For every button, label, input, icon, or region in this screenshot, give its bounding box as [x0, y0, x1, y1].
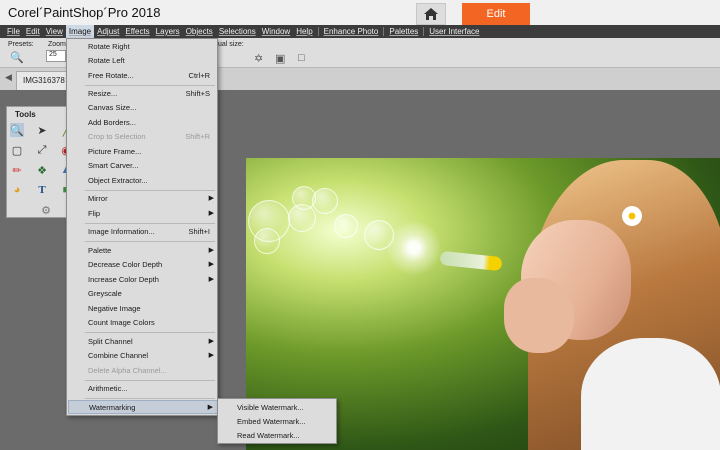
- shortcut-label: Ctrl+R: [188, 71, 210, 80]
- menu-item-resize[interactable]: Resize... Shift+S: [68, 87, 218, 101]
- submenu-arrow-icon: ▶: [208, 276, 214, 283]
- menu-image[interactable]: Image: [65, 25, 95, 38]
- menu-item-mirror[interactable]: Mirror ▶: [68, 192, 218, 206]
- menu-item-read-watermark[interactable]: Read Watermark...: [219, 429, 337, 443]
- zoom-preset-icon[interactable]: 🔍: [10, 51, 24, 64]
- bubble-wand: [439, 250, 503, 272]
- girl-body: [581, 338, 720, 450]
- submenu-arrow-icon: ▶: [208, 210, 214, 217]
- menu-item-rotate-right[interactable]: Rotate Right: [68, 40, 218, 54]
- menu-separator: [423, 27, 425, 36]
- menu-selections[interactable]: Selections: [216, 25, 259, 38]
- menu-separator: [85, 332, 215, 333]
- menu-view[interactable]: View: [43, 25, 66, 38]
- dandelion-seeds: [386, 220, 442, 276]
- menu-item-decrease-color-depth[interactable]: Decrease Color Depth ▶: [68, 258, 218, 272]
- title-bar: Corel´PaintShop´Pro 2018 Edit: [0, 0, 720, 25]
- menu-bar: File Edit View Image Adjust Effects Laye…: [0, 25, 720, 38]
- menu-separator: [85, 190, 215, 191]
- actual-size-icon[interactable]: ▣: [275, 52, 285, 65]
- bubble: [288, 204, 316, 232]
- pick-tool-icon[interactable]: ➤: [35, 123, 49, 137]
- menu-edit[interactable]: Edit: [23, 25, 43, 38]
- chevron-left-icon[interactable]: ◀: [5, 72, 14, 86]
- menu-effects[interactable]: Effects: [122, 25, 152, 38]
- brush-tool-icon[interactable]: ✏: [10, 163, 24, 177]
- shortcut-label: Shift+R: [185, 132, 210, 141]
- menu-separator: [85, 398, 215, 399]
- submenu-arrow-icon: ▶: [208, 261, 214, 268]
- menu-item-palette[interactable]: Palette ▶: [68, 244, 218, 258]
- menu-item-embed-watermark[interactable]: Embed Watermark...: [219, 415, 337, 429]
- menu-item-rotate-left[interactable]: Rotate Left: [68, 54, 218, 68]
- color-changer-tool-icon[interactable]: ◕: [10, 183, 24, 197]
- selection-tool-icon[interactable]: ▢: [10, 143, 24, 157]
- menu-separator: [85, 85, 215, 86]
- menu-objects[interactable]: Objects: [183, 25, 216, 38]
- menu-layers[interactable]: Layers: [153, 25, 183, 38]
- menu-separator: [85, 380, 215, 381]
- submenu-arrow-icon: ▶: [208, 352, 214, 359]
- menu-item-smart-carver[interactable]: Smart Carver...: [68, 159, 218, 173]
- menu-user-interface[interactable]: User Interface: [426, 25, 482, 38]
- menu-separator: [383, 27, 385, 36]
- menu-adjust[interactable]: Adjust: [94, 25, 122, 38]
- menu-file[interactable]: File: [4, 25, 23, 38]
- presets-label: Presets:: [8, 41, 34, 48]
- bubble: [334, 214, 358, 238]
- crop-tool-icon[interactable]: ⤢: [35, 143, 49, 157]
- submenu-arrow-icon: ▶: [208, 338, 214, 345]
- menu-separator: [317, 27, 319, 36]
- menu-item-flip[interactable]: Flip ▶: [68, 207, 218, 221]
- zoom-input[interactable]: 25: [46, 50, 66, 62]
- app-title: Corel´PaintShop´Pro 2018: [8, 5, 161, 20]
- menu-item-arithmetic[interactable]: Arithmetic...: [68, 382, 218, 396]
- zoom-tool-icon[interactable]: 🔍: [10, 123, 24, 137]
- tools-title: Tools: [15, 110, 36, 119]
- menu-item-add-borders[interactable]: Add Borders...: [68, 116, 218, 130]
- actual-size-label: ual size:: [218, 41, 244, 48]
- menu-item-picture-frame[interactable]: Picture Frame...: [68, 145, 218, 159]
- menu-item-delete-alpha-channel: Delete Alpha Channel...: [88, 366, 167, 375]
- image-menu-dropdown: Rotate Right Rotate Left Free Rotate... C…: [66, 38, 218, 416]
- menu-item-object-extractor[interactable]: Object Extractor...: [68, 174, 218, 188]
- menu-item-split-channel[interactable]: Split Channel ▶: [68, 335, 218, 349]
- menu-palettes[interactable]: Palettes: [386, 25, 421, 38]
- menu-item-greyscale[interactable]: Greyscale: [68, 287, 218, 301]
- edit-tab[interactable]: Edit: [462, 3, 530, 25]
- home-button[interactable]: [416, 3, 446, 25]
- menu-item-negative-image[interactable]: Negative Image: [68, 302, 218, 316]
- clone-tool-icon[interactable]: ❖: [35, 163, 49, 177]
- menu-item-canvas-size[interactable]: Canvas Size...: [68, 101, 218, 115]
- menu-item-combine-channel[interactable]: Combine Channel ▶: [68, 349, 218, 363]
- text-tool-icon[interactable]: T: [35, 183, 49, 197]
- menu-item-crop-to-selection: Crop to Selection Shift+R: [68, 130, 218, 144]
- bubble: [312, 188, 338, 214]
- submenu-arrow-icon: ▶: [208, 247, 214, 254]
- menu-separator: [85, 241, 215, 242]
- menu-window[interactable]: Window: [259, 25, 293, 38]
- menu-item-increase-color-depth[interactable]: Increase Color Depth ▶: [68, 273, 218, 287]
- menu-item-watermarking[interactable]: Watermarking ▶: [68, 400, 218, 414]
- fit-window-icon[interactable]: □: [298, 52, 305, 64]
- watermarking-submenu: Visible Watermark... Embed Watermark... …: [217, 398, 337, 444]
- daisy-hair-clip: [622, 206, 642, 226]
- zoom-fit-icon[interactable]: ✡: [254, 52, 263, 65]
- home-icon: [424, 8, 438, 20]
- submenu-arrow-icon: ▶: [207, 404, 213, 411]
- menu-item-image-information[interactable]: Image Information... Shift+I: [68, 225, 218, 239]
- menu-item-free-rotate[interactable]: Free Rotate... Ctrl+R: [68, 69, 218, 83]
- document-tab[interactable]: IMG316378: [16, 71, 68, 90]
- menu-item-count-image-colors[interactable]: Count Image Colors: [68, 316, 218, 330]
- submenu-arrow-icon: ▶: [208, 195, 214, 202]
- shortcut-label: Shift+S: [185, 89, 210, 98]
- menu-item-visible-watermark[interactable]: Visible Watermark...: [219, 401, 337, 415]
- customize-tools-icon[interactable]: ⚙: [39, 203, 53, 217]
- bubble: [254, 228, 280, 254]
- menu-enhance-photo[interactable]: Enhance Photo: [321, 25, 382, 38]
- menu-separator: [85, 223, 215, 224]
- menu-help[interactable]: Help: [293, 25, 315, 38]
- shortcut-label: Shift+I: [188, 227, 210, 236]
- girl-hand: [504, 278, 574, 353]
